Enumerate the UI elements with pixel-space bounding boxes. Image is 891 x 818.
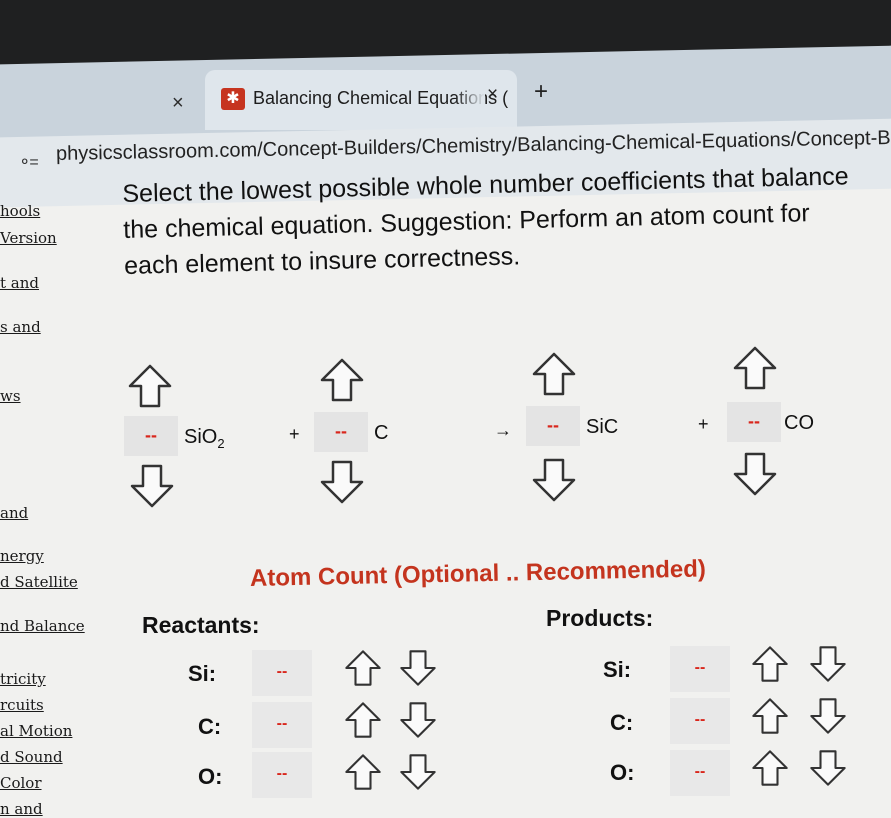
- decrease-arrow-icon[interactable]: [398, 700, 438, 740]
- coefficient-box[interactable]: --: [727, 402, 781, 442]
- product-si-count[interactable]: --: [670, 646, 730, 692]
- sidebar-item[interactable]: and: [0, 504, 28, 522]
- formula: C: [374, 422, 389, 444]
- reactant-o-label: O:: [198, 764, 223, 789]
- favicon-icon: ✱: [221, 88, 245, 110]
- decrease-arrow-icon[interactable]: [398, 648, 438, 688]
- increase-arrow-icon[interactable]: [318, 356, 366, 404]
- sidebar: hools Version t and s and ws and nergy d…: [0, 195, 110, 818]
- sidebar-item[interactable]: n and: [0, 800, 43, 818]
- reactant-si-count[interactable]: --: [252, 650, 312, 696]
- formula: SiC: [586, 416, 619, 438]
- sidebar-item[interactable]: nergy: [0, 547, 44, 565]
- increase-arrow-icon[interactable]: [343, 752, 383, 792]
- formula: CO: [784, 412, 814, 434]
- formula: SiO2: [184, 426, 225, 451]
- increase-arrow-icon[interactable]: [750, 696, 790, 736]
- atom-count-title: Atom Count (Optional .. Recommended): [249, 555, 707, 592]
- decrease-arrow-icon[interactable]: [731, 450, 779, 498]
- decrease-arrow-icon[interactable]: [398, 752, 438, 792]
- product-o-count[interactable]: --: [670, 750, 730, 796]
- site-info-icon[interactable]: ⚬=: [18, 152, 39, 172]
- sidebar-item[interactable]: nd Balance: [0, 617, 85, 635]
- reaction-arrow: →: [494, 420, 512, 440]
- increase-arrow-icon[interactable]: [343, 700, 383, 740]
- increase-arrow-icon[interactable]: [750, 644, 790, 684]
- coefficient-box[interactable]: --: [526, 406, 580, 446]
- sidebar-item[interactable]: d Satellite: [0, 573, 78, 591]
- tab-title-fade: [455, 86, 485, 114]
- new-tab-button[interactable]: +: [534, 78, 548, 106]
- product-c-count[interactable]: --: [670, 698, 730, 744]
- decrease-arrow-icon[interactable]: [808, 644, 848, 684]
- increase-arrow-icon[interactable]: [530, 350, 578, 398]
- product-o-label: O:: [610, 760, 635, 785]
- decrease-arrow-icon[interactable]: [128, 462, 176, 510]
- increase-arrow-icon[interactable]: [126, 362, 174, 410]
- plus-sign: +: [698, 414, 709, 434]
- reactant-si-label: Si:: [188, 661, 217, 686]
- sidebar-item[interactable]: rcuits: [0, 696, 44, 714]
- instructions: Select the lowest possible whole number …: [122, 162, 849, 280]
- decrease-arrow-icon[interactable]: [808, 696, 848, 736]
- product-si-label: Si:: [603, 657, 632, 682]
- reactants-heading: Reactants:: [142, 612, 260, 638]
- plus-sign: +: [289, 424, 300, 444]
- reactant-c-label: C:: [198, 714, 222, 739]
- sidebar-item[interactable]: tricity: [0, 670, 46, 688]
- products-heading: Products:: [546, 605, 654, 631]
- reactant-c-count[interactable]: --: [252, 702, 312, 748]
- increase-arrow-icon[interactable]: [750, 748, 790, 788]
- sidebar-item[interactable]: d Sound: [0, 748, 63, 766]
- sidebar-item[interactable]: Color: [0, 774, 42, 792]
- increase-arrow-icon[interactable]: [343, 648, 383, 688]
- reactant-o-count[interactable]: --: [252, 752, 312, 798]
- decrease-arrow-icon[interactable]: [530, 456, 578, 504]
- tab-close-icon[interactable]: ×: [487, 84, 498, 106]
- sidebar-item[interactable]: al Motion: [0, 722, 72, 740]
- decrease-arrow-icon[interactable]: [318, 458, 366, 506]
- sidebar-item[interactable]: Version: [0, 229, 57, 247]
- sidebar-item[interactable]: hools: [0, 202, 40, 220]
- sidebar-item[interactable]: s and: [0, 318, 41, 336]
- close-icon[interactable]: ×: [172, 92, 184, 115]
- sidebar-item[interactable]: ws: [0, 387, 21, 405]
- product-c-label: C:: [610, 710, 634, 735]
- decrease-arrow-icon[interactable]: [808, 748, 848, 788]
- coefficient-box[interactable]: --: [314, 412, 368, 452]
- coefficient-box[interactable]: --: [124, 416, 178, 456]
- increase-arrow-icon[interactable]: [731, 344, 779, 392]
- sidebar-item[interactable]: t and: [0, 274, 39, 292]
